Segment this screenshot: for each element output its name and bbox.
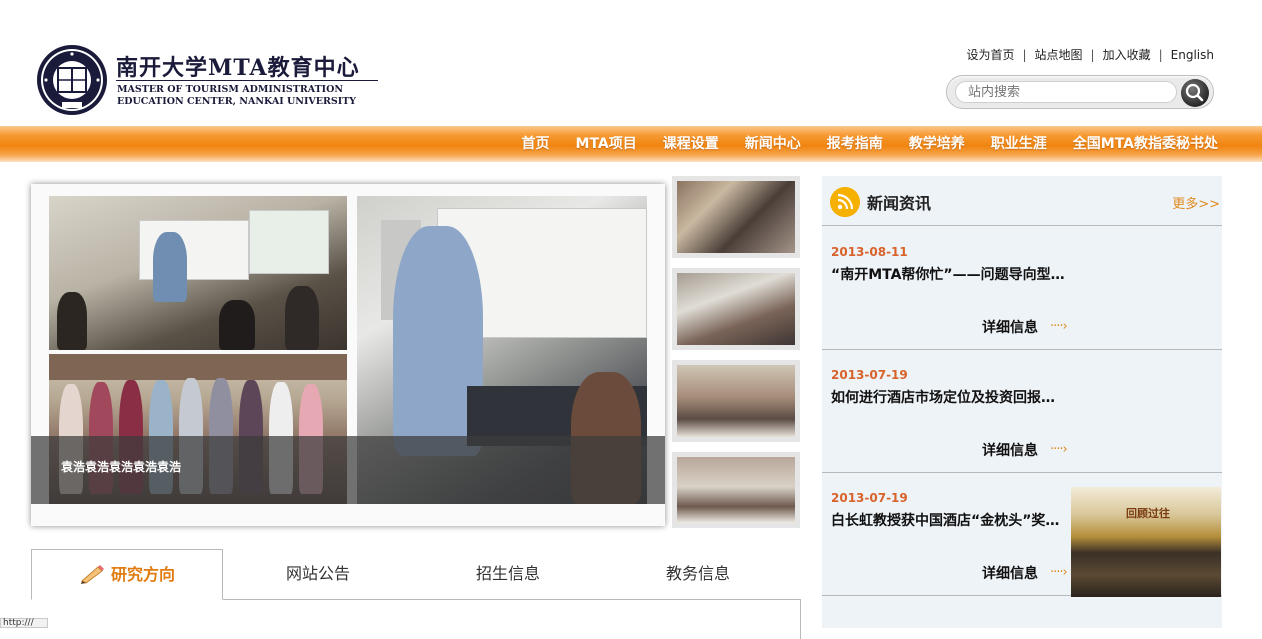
news-item: 2013-08-11 “南开MTA帮你忙”——问题导向型… 详细信息 ····› [822,227,1222,350]
news-title-link[interactable]: 如何进行酒店市场定位及投资回报… [831,387,1055,407]
dotted-arrow-icon: ····› [1050,442,1068,457]
dotted-arrow-icon: ····› [1050,565,1068,580]
set-homepage-link[interactable]: 设为首页 [966,48,1014,62]
thumbnail-image [677,181,795,253]
nav-home[interactable]: 首页 [522,126,550,162]
news-thumbnail-text: 回顾过往 [1126,507,1170,520]
slideshow-caption: 袁浩袁浩袁浩袁浩袁浩 [61,460,182,474]
thumbnail-image [677,273,795,345]
separator: | [1022,48,1027,62]
add-favorite-link[interactable]: 加入收藏 [1103,48,1151,62]
separator: | [1158,48,1163,62]
news-detail-link[interactable]: 详细信息 [982,317,1038,337]
tab-admission-info[interactable]: 招生信息 [433,549,583,600]
tab-panel-border [800,599,801,639]
tab-research-direction[interactable]: 研究方向 [31,549,223,600]
sitemap-link[interactable]: 站点地图 [1035,48,1083,62]
site-logo[interactable]: 南开大学MTA教育中心 MASTER OF TOURISM ADMINISTRA… [36,44,386,118]
news-item: 回顾过往 2013-07-19 白长虹教授获中国酒店“金枕头”奖… 详细信息 ·… [822,473,1222,597]
news-thumbnail[interactable]: 回顾过往 [1071,487,1221,597]
main-nav: 首页 MTA项目 课程设置 新闻中心 报考指南 教学培养 职业生涯 全国MTA教… [0,126,1262,162]
news-more-link[interactable]: 更多>> [1172,193,1220,212]
nav-mta-program[interactable]: MTA项目 [576,126,637,162]
news-date: 2013-07-19 [831,491,908,505]
separator: | [1090,48,1095,62]
slideshow-thumbnail-1[interactable] [672,176,800,258]
thumbnail-image [677,457,795,523]
site-title-en-line2: EDUCATION CENTER, NANKAI UNIVERSITY [117,96,357,107]
news-detail-link[interactable]: 详细信息 [982,563,1038,583]
info-tabs: 研究方向 网站公告 招生信息 教务信息 [31,549,801,639]
site-title-en: MASTER OF TOURISM ADMINISTRATION EDUCATI… [117,84,356,108]
news-panel: 新闻资讯 更多>> 2013-08-11 “南开MTA帮你忙”——问题导向型… … [822,176,1222,628]
tab-academic-affairs[interactable]: 教务信息 [623,549,773,600]
slideshow-thumbnail-4[interactable] [672,452,800,528]
search-input[interactable] [955,81,1177,103]
slideshow-thumbnail-3[interactable] [672,360,800,442]
search-button[interactable] [1181,79,1209,107]
nav-teaching[interactable]: 教学培养 [909,126,965,162]
site-search [946,75,1214,109]
news-date: 2013-07-19 [831,368,908,382]
classroom-photo [49,196,347,350]
tab-label: 研究方向 [110,565,175,584]
top-links: 设为首页 | 站点地图 | 加入收藏 | English [966,46,1214,63]
news-header: 新闻资讯 更多>> [822,176,1222,226]
site-title-en-line1: MASTER OF TOURISM ADMINISTRATION [117,84,344,95]
news-date: 2013-08-11 [831,245,908,259]
photo-slideshow[interactable]: 袁浩袁浩袁浩袁浩袁浩 [31,184,665,526]
dotted-arrow-icon: ····› [1050,319,1068,334]
nav-secretariat[interactable]: 全国MTA教指委秘书处 [1073,126,1218,162]
nav-news-center[interactable]: 新闻中心 [745,126,801,162]
search-icon [1185,83,1204,102]
tab-site-announcements[interactable]: 网站公告 [243,549,393,600]
nav-courses[interactable]: 课程设置 [663,126,719,162]
news-heading: 新闻资讯 [867,194,932,213]
news-detail-link[interactable]: 详细信息 [982,440,1038,460]
site-title-cn: 南开大学MTA教育中心 [116,55,360,81]
nav-career[interactable]: 职业生涯 [991,126,1047,162]
news-item: 2013-07-19 如何进行酒店市场定位及投资回报… 详细信息 ····› [822,350,1222,473]
pencil-icon [80,564,104,584]
slideshow-thumbnail-2[interactable] [672,268,800,350]
thumbnail-image [677,365,795,437]
nav-admission-guide[interactable]: 报考指南 [827,126,883,162]
logo-divider [116,80,378,81]
slideshow-caption-bar: 袁浩袁浩袁浩袁浩袁浩 [31,436,665,504]
news-title-link[interactable]: 白长虹教授获中国酒店“金枕头”奖… [831,510,1059,530]
english-link[interactable]: English [1171,48,1214,62]
browser-status-bar: http:/// [0,618,48,628]
news-title-link[interactable]: “南开MTA帮你忙”——问题导向型… [831,264,1065,284]
rss-icon [830,187,860,217]
nankai-seal-icon [37,45,107,115]
